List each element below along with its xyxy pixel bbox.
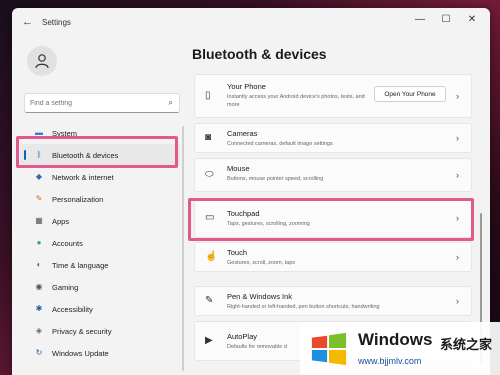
card-title: Touch — [227, 248, 248, 257]
card-subtitle: Buttons, mouse pointer speed, scrolling — [227, 176, 324, 182]
card-subtitle: Instantly access your Android device's p… — [227, 94, 365, 108]
card-title: AutoPlay — [227, 332, 258, 341]
sidebar-item-label: Personalization — [52, 194, 104, 204]
phone-icon: ▯ — [205, 90, 211, 101]
watermark-badge: Windows 系统之家 www.bjjmlv.com — [300, 322, 500, 375]
chevron-right-icon[interactable]: › — [456, 133, 459, 143]
sidebar-item-label: System — [52, 128, 78, 138]
avatar[interactable] — [27, 46, 57, 76]
watermark-cn: 系统之家 — [440, 337, 493, 352]
mouse-icon: ⬭ — [205, 169, 214, 180]
page-title: Bluetooth & devices — [192, 46, 327, 62]
chevron-right-icon[interactable]: › — [456, 170, 459, 180]
card-touchpad[interactable]: ▭ Touchpad Taps, gestures, scrolling, zoom… — [194, 198, 472, 238]
card-subtitle: Connected cameras, default image setting… — [227, 141, 333, 147]
watermark-brand: Windows — [358, 330, 433, 349]
bluetooth-icon: ᛒ — [36, 150, 42, 159]
sidebar-item-label: Gaming — [52, 282, 79, 292]
user-icon — [35, 54, 49, 69]
sidebar-item-accessibility[interactable]: ✱ Accessibility — [20, 298, 180, 320]
gamepad-icon: ◉ — [35, 282, 43, 291]
maximize-icon[interactable]: ☐ — [436, 14, 456, 25]
window-title: Settings — [42, 18, 71, 27]
minimize-icon[interactable]: — — [410, 14, 430, 25]
pen-icon: ✎ — [205, 295, 214, 306]
camera-icon: ◙ — [205, 132, 212, 143]
card-subtitle: Gestures, scroll, zoom, taps — [227, 260, 296, 266]
watermark-url: www.bjjmlv.com — [358, 356, 422, 366]
update-icon: ↻ — [35, 348, 43, 357]
chevron-right-icon[interactable]: › — [456, 91, 459, 101]
card-title: Mouse — [227, 164, 250, 173]
card-subtitle: Right-handed or left-handed, pen button … — [227, 304, 380, 310]
globe-clock-icon: ◐ — [36, 260, 42, 269]
search-icon[interactable]: ⌕ — [169, 98, 173, 108]
chevron-right-icon[interactable]: › — [456, 213, 459, 223]
card-pen-windows-ink[interactable]: ✎ Pen & Windows Ink Right-handed or left-h… — [194, 286, 472, 316]
card-title: Cameras — [227, 129, 258, 138]
sidebar-item-label: Windows Update — [52, 348, 109, 358]
settings-window: ← Settings — ☐ ✕ ⌕ ▬ System ᛒ Bluetooth & d… — [12, 8, 490, 375]
card-title: Touchpad — [227, 209, 260, 218]
sidebar-item-network-internet[interactable]: ◆ Network & internet — [20, 166, 180, 188]
person-icon: ● — [36, 238, 42, 247]
sidebar-item-bluetooth-devices[interactable]: ᛒ Bluetooth & devices — [20, 144, 180, 166]
card-title: Your Phone — [227, 82, 266, 91]
sidebar-scrollbar[interactable] — [182, 126, 184, 371]
chevron-right-icon[interactable]: › — [456, 296, 459, 306]
monitor-icon: ▬ — [35, 128, 43, 137]
shield-icon: ◈ — [35, 326, 43, 335]
card-cameras[interactable]: ◙ Cameras Connected cameras, default image… — [194, 123, 472, 153]
sidebar-item-time-language[interactable]: ◐ Time & language — [20, 254, 180, 276]
apps-icon: ▦ — [35, 216, 43, 225]
sidebar-item-personalization[interactable]: ✎ Personalization — [20, 188, 180, 210]
accessibility-icon: ✱ — [35, 304, 43, 313]
back-arrow-icon[interactable]: ← — [22, 16, 33, 28]
search-box[interactable]: ⌕ — [24, 93, 180, 113]
sidebar-item-label: Time & language — [52, 260, 109, 270]
sidebar-item-apps[interactable]: ▦ Apps — [20, 210, 180, 232]
card-subtitle: Taps, gestures, scrolling, zooming — [227, 221, 310, 227]
brush-icon: ✎ — [35, 194, 43, 203]
sidebar-item-label: Network & internet — [52, 172, 114, 182]
touch-icon: ☝ — [205, 251, 218, 262]
sidebar-item-privacy-security[interactable]: ◈ Privacy & security — [20, 320, 180, 342]
open-your-phone-button[interactable]: Open Your Phone — [374, 86, 446, 102]
sidebar-item-gaming[interactable]: ◉ Gaming — [20, 276, 180, 298]
card-title: Pen & Windows Ink — [227, 292, 293, 301]
sidebar-item-label: Accessibility — [52, 304, 93, 314]
title-bar: ← Settings — ☐ ✕ — [12, 8, 490, 38]
sidebar-item-windows-update[interactable]: ↻ Windows Update — [20, 342, 180, 364]
sidebar-item-label: Apps — [52, 216, 70, 226]
sidebar-nav: ▬ System ᛒ Bluetooth & devices ◆ Network & in… — [20, 122, 180, 364]
sidebar-item-accounts[interactable]: ● Accounts — [20, 232, 180, 254]
close-icon[interactable]: ✕ — [462, 14, 482, 25]
sidebar-item-label: Privacy & security — [52, 326, 112, 336]
wifi-icon: ◆ — [35, 172, 43, 181]
autoplay-icon: ▶ — [205, 335, 213, 346]
sidebar-item-system[interactable]: ▬ System — [20, 122, 180, 144]
search-input[interactable] — [30, 97, 160, 110]
sidebar-item-label: Accounts — [52, 238, 83, 248]
card-mouse[interactable]: ⬭ Mouse Buttons, mouse pointer speed, scro… — [194, 158, 472, 192]
chevron-right-icon[interactable]: › — [456, 252, 459, 262]
sidebar-item-label: Bluetooth & devices — [52, 150, 119, 160]
card-touch[interactable]: ☝ Touch Gestures, scroll, zoom, taps › — [194, 242, 472, 272]
touchpad-icon: ▭ — [205, 212, 215, 223]
windows-logo-icon — [311, 332, 347, 366]
